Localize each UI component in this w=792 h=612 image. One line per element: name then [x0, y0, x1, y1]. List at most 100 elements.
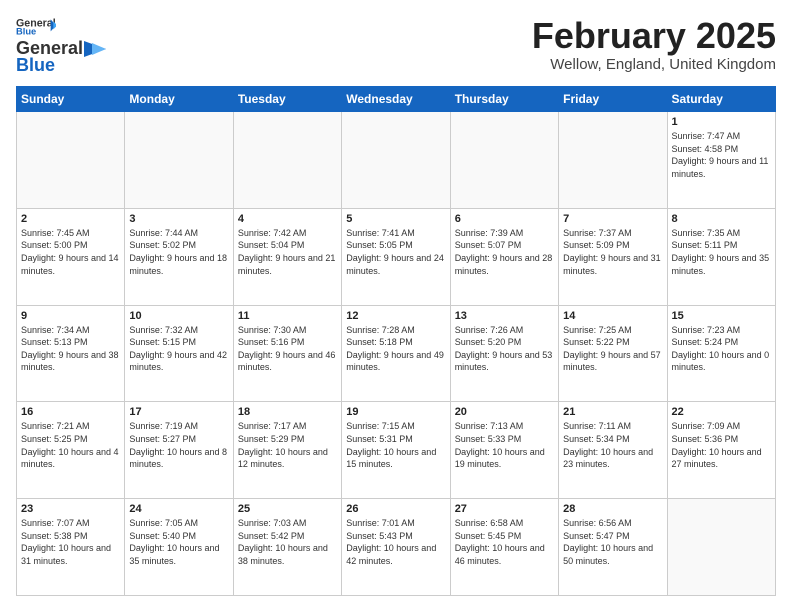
- calendar-cell: [342, 112, 450, 209]
- day-info: Sunrise: 7:32 AM Sunset: 5:15 PM Dayligh…: [129, 324, 228, 374]
- day-number: 26: [346, 503, 445, 515]
- calendar-cell: 3 Sunrise: 7:44 AM Sunset: 5:02 PM Daylig…: [125, 208, 233, 305]
- calendar-cell: [17, 112, 125, 209]
- weekday-header-sunday: Sunday: [17, 87, 125, 112]
- day-number: 16: [21, 406, 120, 418]
- day-number: 24: [129, 503, 228, 515]
- weekday-header-saturday: Saturday: [667, 87, 775, 112]
- svg-text:Blue: Blue: [16, 27, 36, 36]
- calendar-cell: 7 Sunrise: 7:37 AM Sunset: 5:09 PM Daylig…: [559, 208, 667, 305]
- calendar-cell: 1Sunrise: 7:47 AM Sunset: 4:58 PM Daylig…: [667, 112, 775, 209]
- logo-triangle-icon: [84, 41, 106, 57]
- day-info: Sunrise: 7:26 AM Sunset: 5:20 PM Dayligh…: [455, 324, 554, 374]
- calendar-cell: 14 Sunrise: 7:25 AM Sunset: 5:22 PM Dayli…: [559, 305, 667, 402]
- calendar-cell: [125, 112, 233, 209]
- calendar-cell: 12 Sunrise: 7:28 AM Sunset: 5:18 PM Dayli…: [342, 305, 450, 402]
- day-number: 22: [672, 406, 771, 418]
- weekday-header-row: SundayMondayTuesdayWednesdayThursdayFrid…: [17, 87, 776, 112]
- day-info: Sunrise: 7:19 AM Sunset: 5:27 PM Dayligh…: [129, 420, 228, 470]
- day-info: Sunrise: 7:34 AM Sunset: 5:13 PM Dayligh…: [21, 324, 120, 374]
- day-number: 10: [129, 310, 228, 322]
- weekday-header-wednesday: Wednesday: [342, 87, 450, 112]
- day-number: 13: [455, 310, 554, 322]
- day-info: Sunrise: 7:35 AM Sunset: 5:11 PM Dayligh…: [672, 227, 771, 277]
- calendar-table: SundayMondayTuesdayWednesdayThursdayFrid…: [16, 86, 776, 596]
- day-number: 23: [21, 503, 120, 515]
- logo-icon: General Blue: [16, 16, 56, 36]
- day-info: Sunrise: 7:03 AM Sunset: 5:42 PM Dayligh…: [238, 517, 337, 567]
- calendar-cell: 18Sunrise: 7:17 AM Sunset: 5:29 PM Dayli…: [233, 402, 341, 499]
- day-info: Sunrise: 7:25 AM Sunset: 5:22 PM Dayligh…: [563, 324, 662, 374]
- day-info: Sunrise: 7:01 AM Sunset: 5:43 PM Dayligh…: [346, 517, 445, 567]
- week-row-2: 2Sunrise: 7:45 AM Sunset: 5:00 PM Daylig…: [17, 208, 776, 305]
- day-number: 17: [129, 406, 228, 418]
- calendar-cell: [450, 112, 558, 209]
- weekday-header-monday: Monday: [125, 87, 233, 112]
- weekday-header-tuesday: Tuesday: [233, 87, 341, 112]
- day-info: Sunrise: 7:44 AM Sunset: 5:02 PM Dayligh…: [129, 227, 228, 277]
- calendar-cell: 24 Sunrise: 7:05 AM Sunset: 5:40 PM Dayli…: [125, 499, 233, 596]
- title-block: February 2025 Wellow, England, United Ki…: [532, 16, 776, 73]
- day-info: Sunrise: 7:21 AM Sunset: 5:25 PM Dayligh…: [21, 420, 120, 470]
- day-info: Sunrise: 6:56 AM Sunset: 5:47 PM Dayligh…: [563, 517, 662, 567]
- calendar-cell: [667, 499, 775, 596]
- day-number: 18: [238, 406, 337, 418]
- day-number: 12: [346, 310, 445, 322]
- day-info: Sunrise: 7:37 AM Sunset: 5:09 PM Dayligh…: [563, 227, 662, 277]
- day-number: 3: [129, 213, 228, 225]
- day-number: 20: [455, 406, 554, 418]
- day-number: 21: [563, 406, 662, 418]
- day-number: 7: [563, 213, 662, 225]
- calendar-cell: 19 Sunrise: 7:15 AM Sunset: 5:31 PM Dayli…: [342, 402, 450, 499]
- day-info: Sunrise: 7:11 AM Sunset: 5:34 PM Dayligh…: [563, 420, 662, 470]
- day-number: 8: [672, 213, 771, 225]
- calendar-cell: [233, 112, 341, 209]
- header: General Blue General Blue February 2025 …: [16, 16, 776, 76]
- day-number: 2: [21, 213, 120, 225]
- day-info: Sunrise: 7:09 AM Sunset: 5:36 PM Dayligh…: [672, 420, 771, 470]
- day-number: 19: [346, 406, 445, 418]
- calendar-cell: 16 Sunrise: 7:21 AM Sunset: 5:25 PM Dayli…: [17, 402, 125, 499]
- week-row-3: 9 Sunrise: 7:34 AM Sunset: 5:13 PM Daylig…: [17, 305, 776, 402]
- day-info: Sunrise: 7:13 AM Sunset: 5:33 PM Dayligh…: [455, 420, 554, 470]
- calendar-cell: 21 Sunrise: 7:11 AM Sunset: 5:34 PM Dayli…: [559, 402, 667, 499]
- calendar-cell: 25 Sunrise: 7:03 AM Sunset: 5:42 PM Dayli…: [233, 499, 341, 596]
- calendar-cell: 26 Sunrise: 7:01 AM Sunset: 5:43 PM Dayli…: [342, 499, 450, 596]
- calendar-cell: 10 Sunrise: 7:32 AM Sunset: 5:15 PM Dayli…: [125, 305, 233, 402]
- calendar-cell: 5 Sunrise: 7:41 AM Sunset: 5:05 PM Daylig…: [342, 208, 450, 305]
- week-row-4: 16 Sunrise: 7:21 AM Sunset: 5:25 PM Dayli…: [17, 402, 776, 499]
- day-info: Sunrise: 7:23 AM Sunset: 5:24 PM Dayligh…: [672, 324, 771, 374]
- day-number: 9: [21, 310, 120, 322]
- day-info: Sunrise: 7:15 AM Sunset: 5:31 PM Dayligh…: [346, 420, 445, 470]
- calendar-cell: 6Sunrise: 7:39 AM Sunset: 5:07 PM Daylig…: [450, 208, 558, 305]
- calendar-cell: 15 Sunrise: 7:23 AM Sunset: 5:24 PM Dayli…: [667, 305, 775, 402]
- day-info: Sunrise: 7:28 AM Sunset: 5:18 PM Dayligh…: [346, 324, 445, 374]
- day-info: Sunrise: 7:30 AM Sunset: 5:16 PM Dayligh…: [238, 324, 337, 374]
- day-info: Sunrise: 7:41 AM Sunset: 5:05 PM Dayligh…: [346, 227, 445, 277]
- calendar-cell: 27 Sunrise: 6:58 AM Sunset: 5:45 PM Dayli…: [450, 499, 558, 596]
- week-row-1: 1Sunrise: 7:47 AM Sunset: 4:58 PM Daylig…: [17, 112, 776, 209]
- calendar-cell: 17 Sunrise: 7:19 AM Sunset: 5:27 PM Dayli…: [125, 402, 233, 499]
- day-info: Sunrise: 6:58 AM Sunset: 5:45 PM Dayligh…: [455, 517, 554, 567]
- calendar-cell: 20 Sunrise: 7:13 AM Sunset: 5:33 PM Dayli…: [450, 402, 558, 499]
- day-info: Sunrise: 7:07 AM Sunset: 5:38 PM Dayligh…: [21, 517, 120, 567]
- calendar-cell: 22 Sunrise: 7:09 AM Sunset: 5:36 PM Dayli…: [667, 402, 775, 499]
- calendar-cell: 2Sunrise: 7:45 AM Sunset: 5:00 PM Daylig…: [17, 208, 125, 305]
- day-number: 25: [238, 503, 337, 515]
- day-number: 5: [346, 213, 445, 225]
- calendar-cell: 11 Sunrise: 7:30 AM Sunset: 5:16 PM Dayli…: [233, 305, 341, 402]
- day-number: 6: [455, 213, 554, 225]
- calendar-cell: 23 Sunrise: 7:07 AM Sunset: 5:38 PM Dayli…: [17, 499, 125, 596]
- day-info: Sunrise: 7:05 AM Sunset: 5:40 PM Dayligh…: [129, 517, 228, 567]
- calendar-title: February 2025: [532, 16, 776, 56]
- day-number: 15: [672, 310, 771, 322]
- day-number: 11: [238, 310, 337, 322]
- weekday-header-friday: Friday: [559, 87, 667, 112]
- day-number: 27: [455, 503, 554, 515]
- weekday-header-thursday: Thursday: [450, 87, 558, 112]
- logo-blue: Blue: [16, 55, 55, 76]
- calendar-cell: 4Sunrise: 7:42 AM Sunset: 5:04 PM Daylig…: [233, 208, 341, 305]
- day-number: 1: [672, 116, 771, 128]
- day-number: 14: [563, 310, 662, 322]
- week-row-5: 23 Sunrise: 7:07 AM Sunset: 5:38 PM Dayli…: [17, 499, 776, 596]
